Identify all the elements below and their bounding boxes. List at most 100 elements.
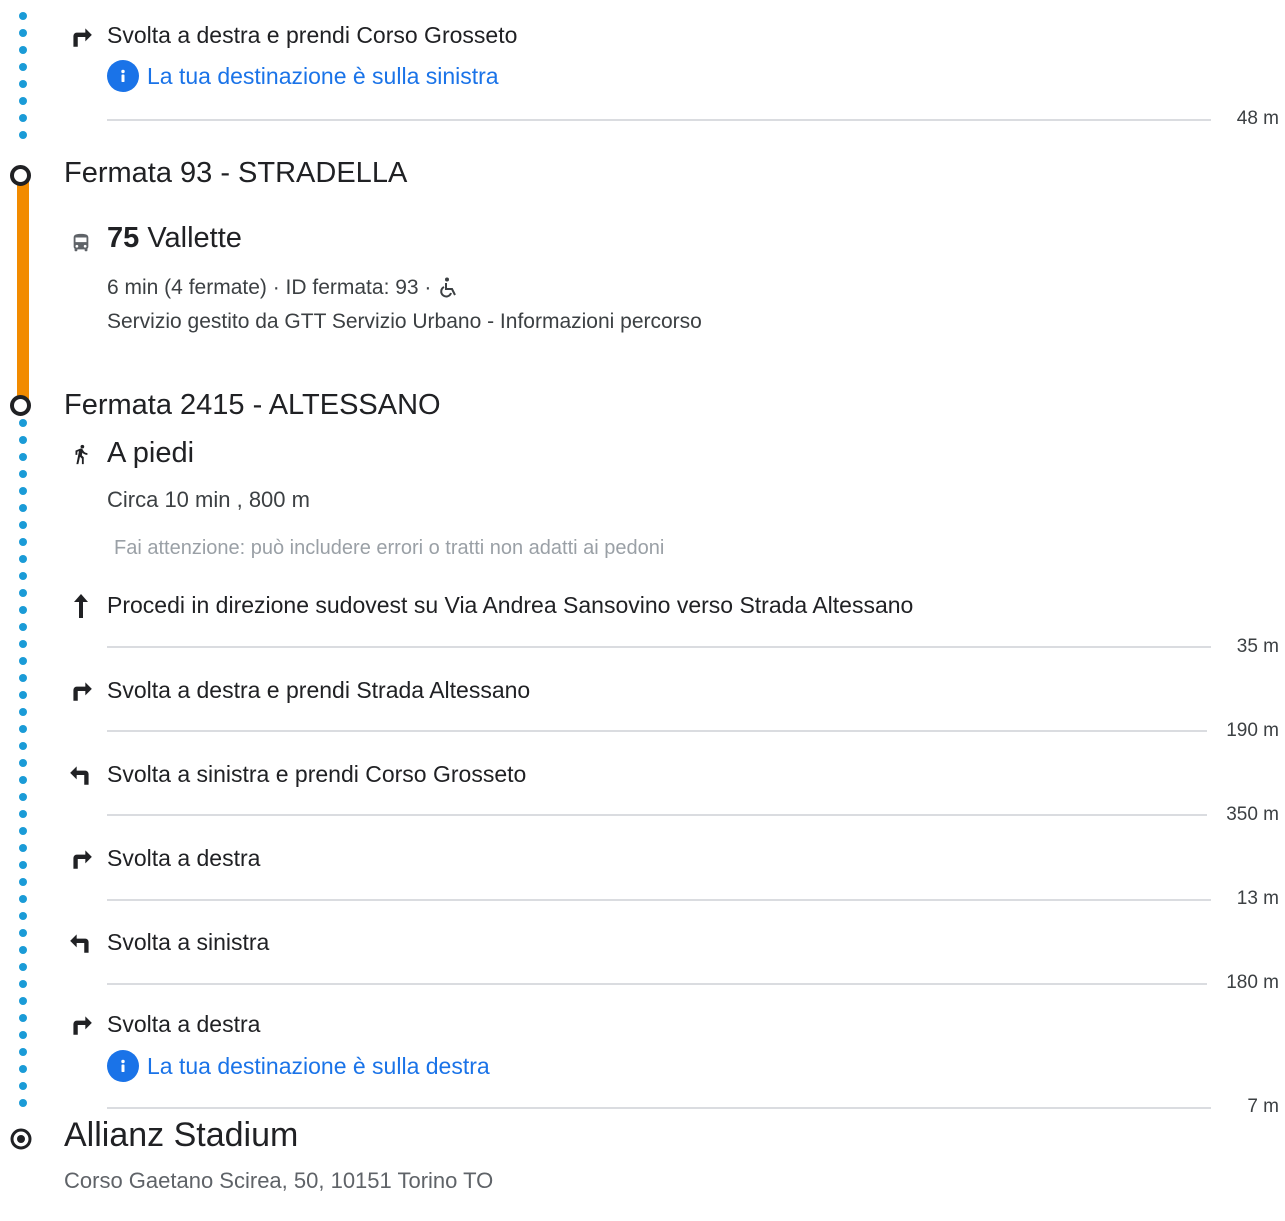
walk-route-dot (19, 861, 27, 869)
walk-route-dot (19, 1031, 27, 1039)
walk-route-dot (19, 12, 27, 20)
walk-route-dot (19, 674, 27, 682)
turn-right-icon (66, 1010, 96, 1040)
stop-name[interactable]: Fermata 2415 - ALTESSANO (64, 389, 441, 422)
step-divider (107, 899, 1211, 901)
walk-route-dot (19, 912, 27, 920)
walk-route-dot (19, 776, 27, 784)
wheelchair-icon (437, 276, 461, 300)
info-icon (107, 60, 139, 92)
walk-route-dot (19, 97, 27, 105)
step-distance: 35 m (1236, 636, 1279, 657)
step-divider (107, 730, 1207, 732)
step-text: Svolta a sinistra (107, 929, 270, 955)
line-destination: Vallette (147, 222, 242, 254)
step-distance: 180 m (1226, 972, 1279, 993)
transit-details-text: 6 min (4 fermate) · ID fermata: 93 · (107, 276, 432, 299)
stop-marker (10, 165, 31, 186)
walk-route-dot (19, 114, 27, 122)
destination-info-link[interactable]: La tua destinazione è sulla destra (107, 1050, 490, 1082)
stop-name[interactable]: Fermata 93 - STRADELLA (64, 157, 407, 190)
transit-operator[interactable]: Servizio gestito da GTT Servizio Urbano … (107, 310, 702, 334)
walk-route-dot (19, 131, 27, 139)
walk-route-dot (19, 453, 27, 461)
step-text: Svolta a destra (107, 845, 261, 871)
step-text: Svolta a destra e prendi Corso Grosseto (107, 22, 518, 48)
step-text: Svolta a destra e prendi Strada Altessan… (107, 677, 531, 703)
destination-info-text: La tua destinazione è sulla destra (147, 1052, 490, 1079)
walk-title: A piedi (107, 437, 195, 469)
step-divider (107, 983, 1207, 985)
walk-route-dot (19, 46, 27, 54)
destination-info-link[interactable]: La tua destinazione è sulla sinistra (107, 60, 499, 92)
walk-route-dot (19, 589, 27, 597)
step-distance: 350 m (1226, 804, 1279, 825)
stop-marker (10, 395, 31, 416)
step-text: Svolta a destra (107, 1011, 261, 1037)
walk-route-dot (19, 1082, 27, 1090)
turn-right-icon (66, 844, 96, 874)
straight-arrow-icon (66, 591, 96, 621)
bus-icon (66, 228, 96, 258)
walk-route-dot (19, 29, 27, 37)
destination-marker-icon (9, 1127, 33, 1151)
walk-route-dot (19, 725, 27, 733)
walk-route-dot (19, 878, 27, 886)
walk-route-dot (19, 793, 27, 801)
transit-line-title[interactable]: 75 Vallette (107, 222, 242, 255)
walk-route-dot (19, 504, 27, 512)
step-divider (107, 814, 1207, 816)
walk-route-dot (19, 691, 27, 699)
walk-route-dot (19, 623, 27, 631)
walk-route-dot (19, 487, 27, 495)
walk-route-dot (19, 606, 27, 614)
turn-left-icon (66, 760, 96, 790)
transit-line-segment (17, 176, 29, 406)
walk-route-dot (19, 742, 27, 750)
step-divider (107, 1107, 1211, 1109)
step-distance: 48 m (1236, 108, 1279, 129)
step-distance: 13 m (1236, 888, 1279, 909)
walk-route-dot (19, 521, 27, 529)
walk-route-dot (19, 827, 27, 835)
walk-route-dot (19, 980, 27, 988)
walk-route-dot (19, 810, 27, 818)
info-icon (107, 1050, 139, 1082)
destination-name[interactable]: Allianz Stadium (64, 1116, 298, 1155)
walk-summary: Circa 10 min , 800 m (107, 487, 310, 512)
walk-icon (66, 439, 96, 469)
walk-warning: Fai attenzione: può includere errori o t… (114, 537, 665, 559)
walk-route-dot (19, 895, 27, 903)
walk-route-dot (19, 997, 27, 1005)
walk-route-dot (19, 1099, 27, 1107)
walk-route-dot (19, 657, 27, 665)
walk-route-dot (19, 1014, 27, 1022)
walk-route-dot (19, 946, 27, 954)
step-text: Svolta a sinistra e prendi Corso Grosset… (107, 761, 527, 787)
turn-right-icon (66, 22, 96, 52)
walk-route-dot (19, 759, 27, 767)
walk-route-dot (19, 419, 27, 427)
walk-route-dot (19, 640, 27, 648)
walk-route-dot (19, 538, 27, 546)
walk-route-dot (19, 470, 27, 478)
walk-route-dot (19, 929, 27, 937)
walk-route-dot (19, 63, 27, 71)
walk-route-dot (19, 436, 27, 444)
walk-route-dot (19, 844, 27, 852)
transit-details: 6 min (4 fermate) · ID fermata: 93 · (107, 276, 461, 300)
walk-route-dot (19, 80, 27, 88)
turn-left-icon (66, 928, 96, 958)
destination-info-text: La tua destinazione è sulla sinistra (147, 62, 499, 89)
walk-route-dot (19, 555, 27, 563)
walk-route-dot (19, 572, 27, 580)
turn-right-icon (66, 676, 96, 706)
destination-address: Corso Gaetano Scirea, 50, 10151 Torino T… (64, 1168, 494, 1193)
walk-route-dot (19, 963, 27, 971)
walk-route-dot (19, 708, 27, 716)
step-divider (107, 119, 1211, 121)
step-divider (107, 646, 1211, 648)
line-number: 75 (107, 222, 140, 254)
walk-route-dot (19, 1048, 27, 1056)
step-distance: 7 m (1247, 1096, 1279, 1117)
